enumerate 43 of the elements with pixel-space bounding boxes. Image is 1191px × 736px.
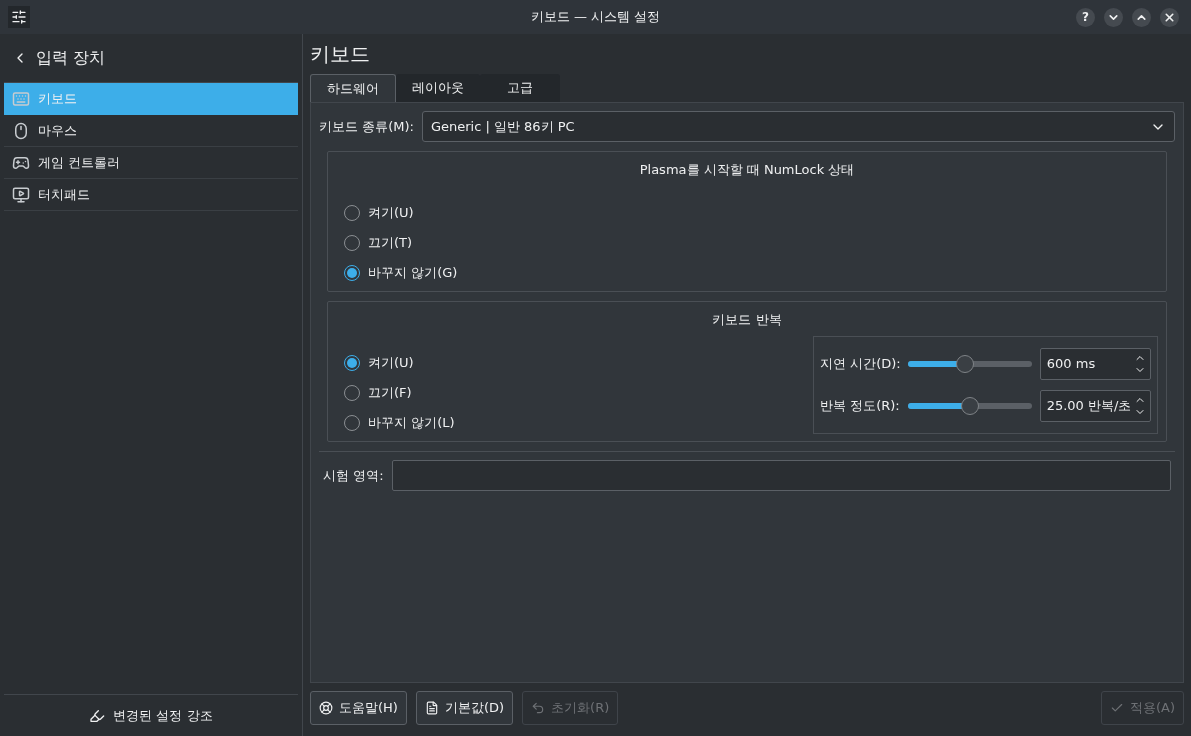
field-label: 시험 영역:: [323, 466, 384, 485]
spin-box[interactable]: 600 ms: [1039, 347, 1151, 380]
tab[interactable]: 하드웨어: [310, 74, 396, 102]
close-icon: [1163, 10, 1176, 24]
minimize-button[interactable]: [1104, 7, 1123, 27]
dialog-button[interactable]: 기본값(D): [415, 691, 514, 725]
highlight-changes-button[interactable]: 변경된 설정 강조: [89, 705, 213, 726]
slider-label: 반복 정도(R):: [820, 396, 900, 415]
field-label: 키보드 종류(M):: [319, 117, 414, 136]
slider-thumb[interactable]: [955, 354, 974, 373]
sidebar-item[interactable]: 게임 컨트롤러: [4, 147, 298, 179]
radio-label[interactable]: 끄기(T): [368, 232, 413, 253]
test-area-field[interactable]: [391, 460, 1171, 491]
spin-box[interactable]: 25.00 반복/초: [1039, 389, 1151, 422]
radio-label[interactable]: 바꾸지 않기(L): [368, 412, 455, 433]
radio-label[interactable]: 켜기(U): [368, 352, 414, 373]
lifebuoy-icon: [319, 701, 333, 715]
sidebar-item[interactable]: 터치패드: [4, 179, 298, 211]
slider-thumb[interactable]: [960, 396, 979, 415]
window-title: 키보드 — 시스템 설정: [530, 8, 661, 27]
undo-icon: [531, 701, 546, 715]
check-icon: [1109, 701, 1124, 715]
keyboard-model-dropdown[interactable]: Generic | 일반 86키 PC: [421, 111, 1175, 142]
tab[interactable]: 고급: [480, 74, 560, 102]
group-title: Plasma를 시작할 때 NumLock 상태: [638, 161, 856, 179]
page-title: 키보드: [310, 41, 371, 68]
tab[interactable]: 레이아웃: [396, 74, 480, 102]
dialog-button[interactable]: 도움말(H): [310, 691, 407, 725]
back-button[interactable]: 입력 장치: [0, 34, 302, 82]
keyboard-icon: [12, 89, 30, 108]
mouse-icon: [12, 121, 30, 140]
highlighter-icon: [89, 707, 106, 724]
group-title: 키보드 반복: [711, 311, 783, 329]
app-icon: [8, 6, 30, 28]
radio-label[interactable]: 바꾸지 않기(G): [368, 262, 458, 283]
radio-label[interactable]: 켜기(U): [368, 202, 414, 223]
help-button[interactable]: ?: [1076, 7, 1095, 27]
close-button[interactable]: [1160, 7, 1179, 27]
maximize-button[interactable]: [1132, 7, 1151, 27]
radio-label[interactable]: 끄기(F): [368, 382, 412, 403]
sidebar-item[interactable]: 마우스: [4, 115, 298, 147]
slider-label: 지연 시간(D):: [820, 354, 900, 373]
document-icon: [424, 701, 439, 715]
